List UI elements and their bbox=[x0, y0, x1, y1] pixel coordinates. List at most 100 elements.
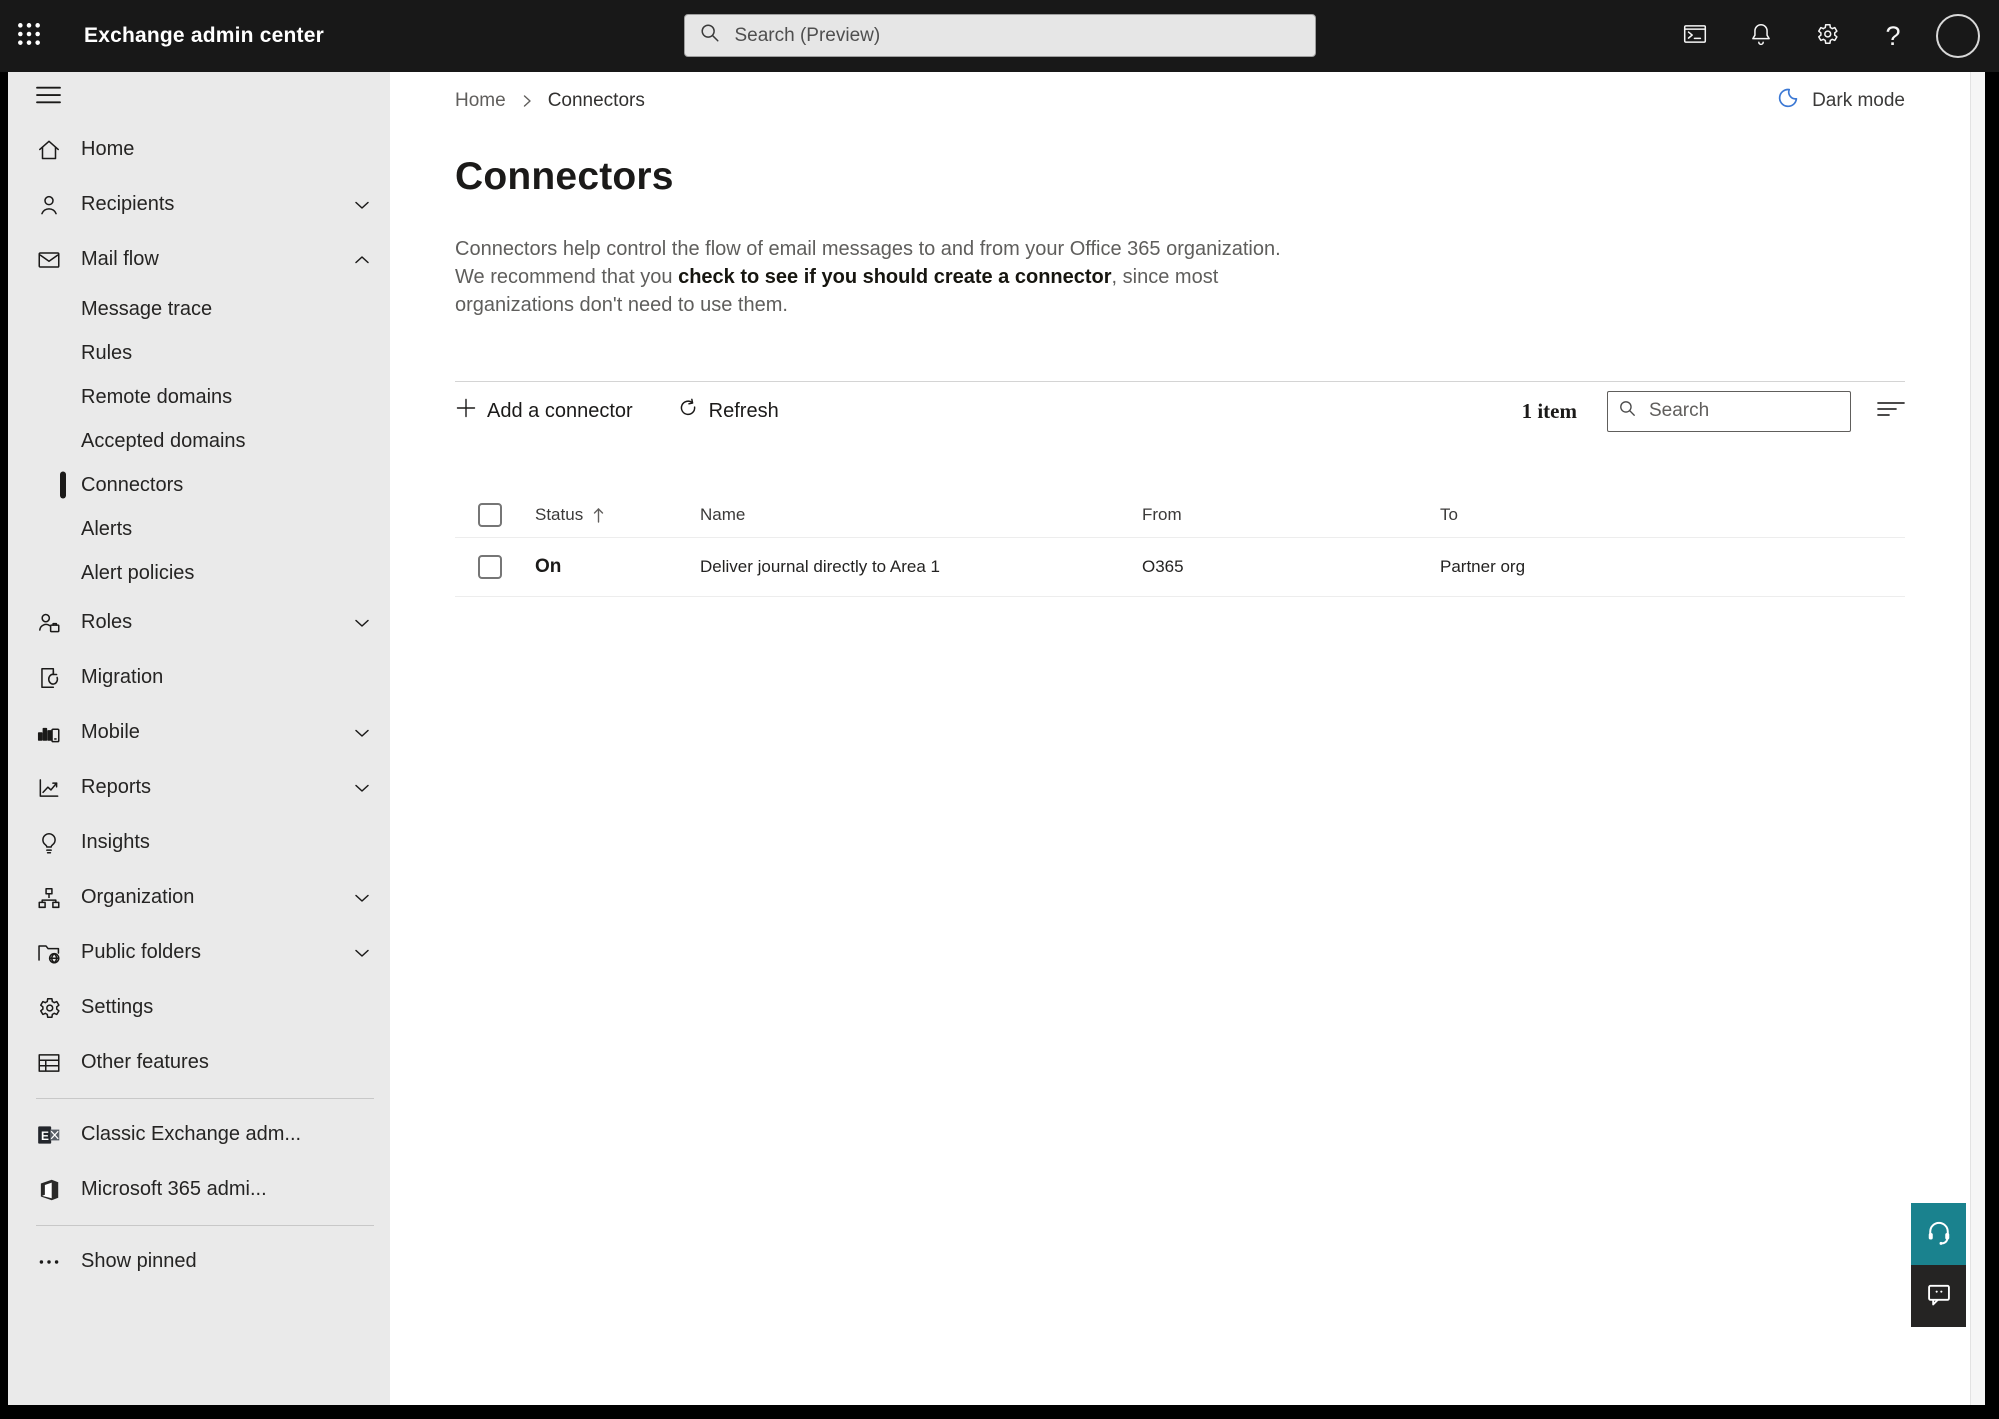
app-launcher-button[interactable] bbox=[0, 0, 58, 72]
sidebar-item-rules[interactable]: Rules bbox=[8, 331, 390, 375]
refresh-button[interactable]: Refresh bbox=[677, 397, 779, 425]
sidebar-item-home[interactable]: Home bbox=[8, 122, 390, 177]
connector-name[interactable]: Deliver journal directly to Area 1 bbox=[700, 557, 940, 577]
account-avatar[interactable] bbox=[1936, 14, 1980, 58]
add-connector-label: Add a connector bbox=[487, 399, 633, 422]
svg-text:E: E bbox=[41, 1128, 49, 1142]
table-header-row: Status Name From To bbox=[455, 492, 1905, 538]
feedback-button[interactable] bbox=[1911, 1265, 1966, 1327]
chevron-down-icon bbox=[352, 613, 372, 633]
collapse-nav-button[interactable] bbox=[8, 72, 390, 122]
sidebar-item-message-trace[interactable]: Message trace bbox=[8, 287, 390, 331]
table-grid-icon bbox=[36, 1050, 62, 1076]
sidebar-item-label: Public folders bbox=[81, 941, 202, 963]
description-link[interactable]: check to see if you should create a conn… bbox=[678, 266, 1111, 288]
select-all-checkbox[interactable] bbox=[478, 502, 502, 527]
list-search-input[interactable] bbox=[1649, 400, 1840, 422]
column-header-to[interactable]: To bbox=[1440, 505, 1458, 525]
list-search-box[interactable] bbox=[1607, 390, 1851, 432]
chevron-down-icon bbox=[352, 723, 372, 743]
global-search-input[interactable] bbox=[734, 24, 1301, 47]
page-title: Connectors bbox=[455, 155, 674, 198]
refresh-icon bbox=[677, 397, 699, 425]
chevron-up-icon bbox=[352, 250, 372, 270]
help-button[interactable]: ? bbox=[1870, 13, 1916, 59]
sidebar-item-settings[interactable]: Settings bbox=[8, 980, 390, 1035]
sidebar-item-migration[interactable]: Migration bbox=[8, 650, 390, 705]
sidebar-item-label: Remote domains bbox=[81, 385, 233, 408]
sidebar-item-label: Message trace bbox=[81, 297, 213, 320]
sidebar-item-other-features[interactable]: Other features bbox=[8, 1035, 390, 1090]
filter-icon bbox=[1877, 398, 1905, 425]
terminal-icon bbox=[1682, 21, 1708, 52]
org-chart-icon bbox=[36, 885, 62, 911]
connector-from: O365 bbox=[1142, 557, 1184, 576]
sidebar-item-organization[interactable]: Organization bbox=[8, 870, 390, 925]
notifications-button[interactable] bbox=[1738, 13, 1784, 59]
gear-icon bbox=[1814, 21, 1840, 52]
sidebar-item-label: Alerts bbox=[81, 517, 133, 540]
sidebar-nav: Home Recipients Mail flow Message trace … bbox=[8, 72, 390, 1405]
sidebar-item-roles[interactable]: Roles bbox=[8, 595, 390, 650]
list-toolbar: Add a connector Refresh 1 item bbox=[455, 382, 1905, 440]
chevron-down-icon bbox=[352, 195, 372, 215]
sort-ascending-icon[interactable] bbox=[591, 506, 606, 524]
sidebar-item-label: Mobile bbox=[81, 721, 140, 743]
sidebar-item-microsoft-365-admin[interactable]: Microsoft 365 admi... bbox=[8, 1162, 390, 1217]
sidebar-item-connectors[interactable]: Connectors bbox=[8, 463, 390, 507]
column-header-status[interactable]: Status bbox=[535, 505, 583, 525]
global-search-box[interactable] bbox=[683, 14, 1316, 57]
column-header-name[interactable]: Name bbox=[700, 505, 745, 525]
sidebar-divider bbox=[36, 1098, 374, 1099]
powershell-button[interactable] bbox=[1672, 13, 1718, 59]
item-count: 1 item bbox=[1521, 398, 1577, 423]
sidebar-item-label: Show pinned bbox=[81, 1250, 197, 1272]
envelope-icon bbox=[36, 247, 62, 273]
table-row[interactable]: On Deliver journal directly to Area 1 O3… bbox=[455, 538, 1905, 597]
chat-bubble-icon bbox=[1925, 1280, 1953, 1313]
sidebar-item-classic-exchange-admin[interactable]: E Classic Exchange adm... bbox=[8, 1107, 390, 1162]
line-chart-icon bbox=[36, 775, 62, 801]
sidebar-item-mobile[interactable]: Mobile bbox=[8, 705, 390, 760]
row-checkbox[interactable] bbox=[478, 555, 502, 579]
sidebar-item-label: Migration bbox=[81, 666, 164, 688]
microsoft-365-logo-icon bbox=[36, 1177, 62, 1203]
migration-document-icon bbox=[36, 665, 62, 691]
page-description: Connectors help control the flow of emai… bbox=[455, 235, 1307, 319]
sidebar-item-label: Home bbox=[81, 138, 135, 160]
dark-mode-toggle[interactable]: Dark mode bbox=[1776, 86, 1905, 115]
sidebar-item-mail-flow[interactable]: Mail flow bbox=[8, 232, 390, 287]
connector-status: On bbox=[535, 556, 562, 577]
sidebar-item-show-pinned[interactable]: Show pinned bbox=[8, 1234, 390, 1289]
sidebar-item-label: Other features bbox=[81, 1051, 209, 1073]
sidebar-item-accepted-domains[interactable]: Accepted domains bbox=[8, 419, 390, 463]
person-icon bbox=[36, 192, 62, 218]
add-connector-button[interactable]: Add a connector bbox=[455, 397, 633, 425]
breadcrumb-home-link[interactable]: Home bbox=[455, 90, 506, 112]
filter-button[interactable] bbox=[1877, 398, 1905, 425]
mobile-stats-icon bbox=[36, 720, 62, 746]
support-button[interactable] bbox=[1911, 1203, 1966, 1265]
app-title: Exchange admin center bbox=[84, 24, 324, 47]
hamburger-icon bbox=[36, 85, 61, 110]
settings-button[interactable] bbox=[1804, 13, 1850, 59]
sidebar-item-alerts[interactable]: Alerts bbox=[8, 507, 390, 551]
bell-icon bbox=[1748, 21, 1774, 52]
person-briefcase-icon bbox=[36, 610, 62, 636]
sidebar-item-reports[interactable]: Reports bbox=[8, 760, 390, 815]
scrollbar-track[interactable] bbox=[1970, 72, 1985, 1405]
sidebar-item-insights[interactable]: Insights bbox=[8, 815, 390, 870]
chevron-down-icon bbox=[352, 778, 372, 798]
sidebar-item-label: Roles bbox=[81, 611, 133, 633]
sidebar-item-recipients[interactable]: Recipients bbox=[8, 177, 390, 232]
sidebar-item-alert-policies[interactable]: Alert policies bbox=[8, 551, 390, 595]
sidebar-item-remote-domains[interactable]: Remote domains bbox=[8, 375, 390, 419]
sidebar-divider bbox=[36, 1225, 374, 1226]
connectors-table: Status Name From To On Deliver journal d… bbox=[455, 492, 1905, 597]
sidebar-item-label: Classic Exchange adm... bbox=[81, 1123, 302, 1145]
sidebar-item-label: Reports bbox=[81, 776, 152, 798]
topbar: Exchange admin center Search (Preview) ? bbox=[0, 0, 1999, 72]
sidebar-item-public-folders[interactable]: Public folders bbox=[8, 925, 390, 980]
column-header-from[interactable]: From bbox=[1142, 505, 1182, 525]
gear-icon bbox=[36, 995, 62, 1021]
